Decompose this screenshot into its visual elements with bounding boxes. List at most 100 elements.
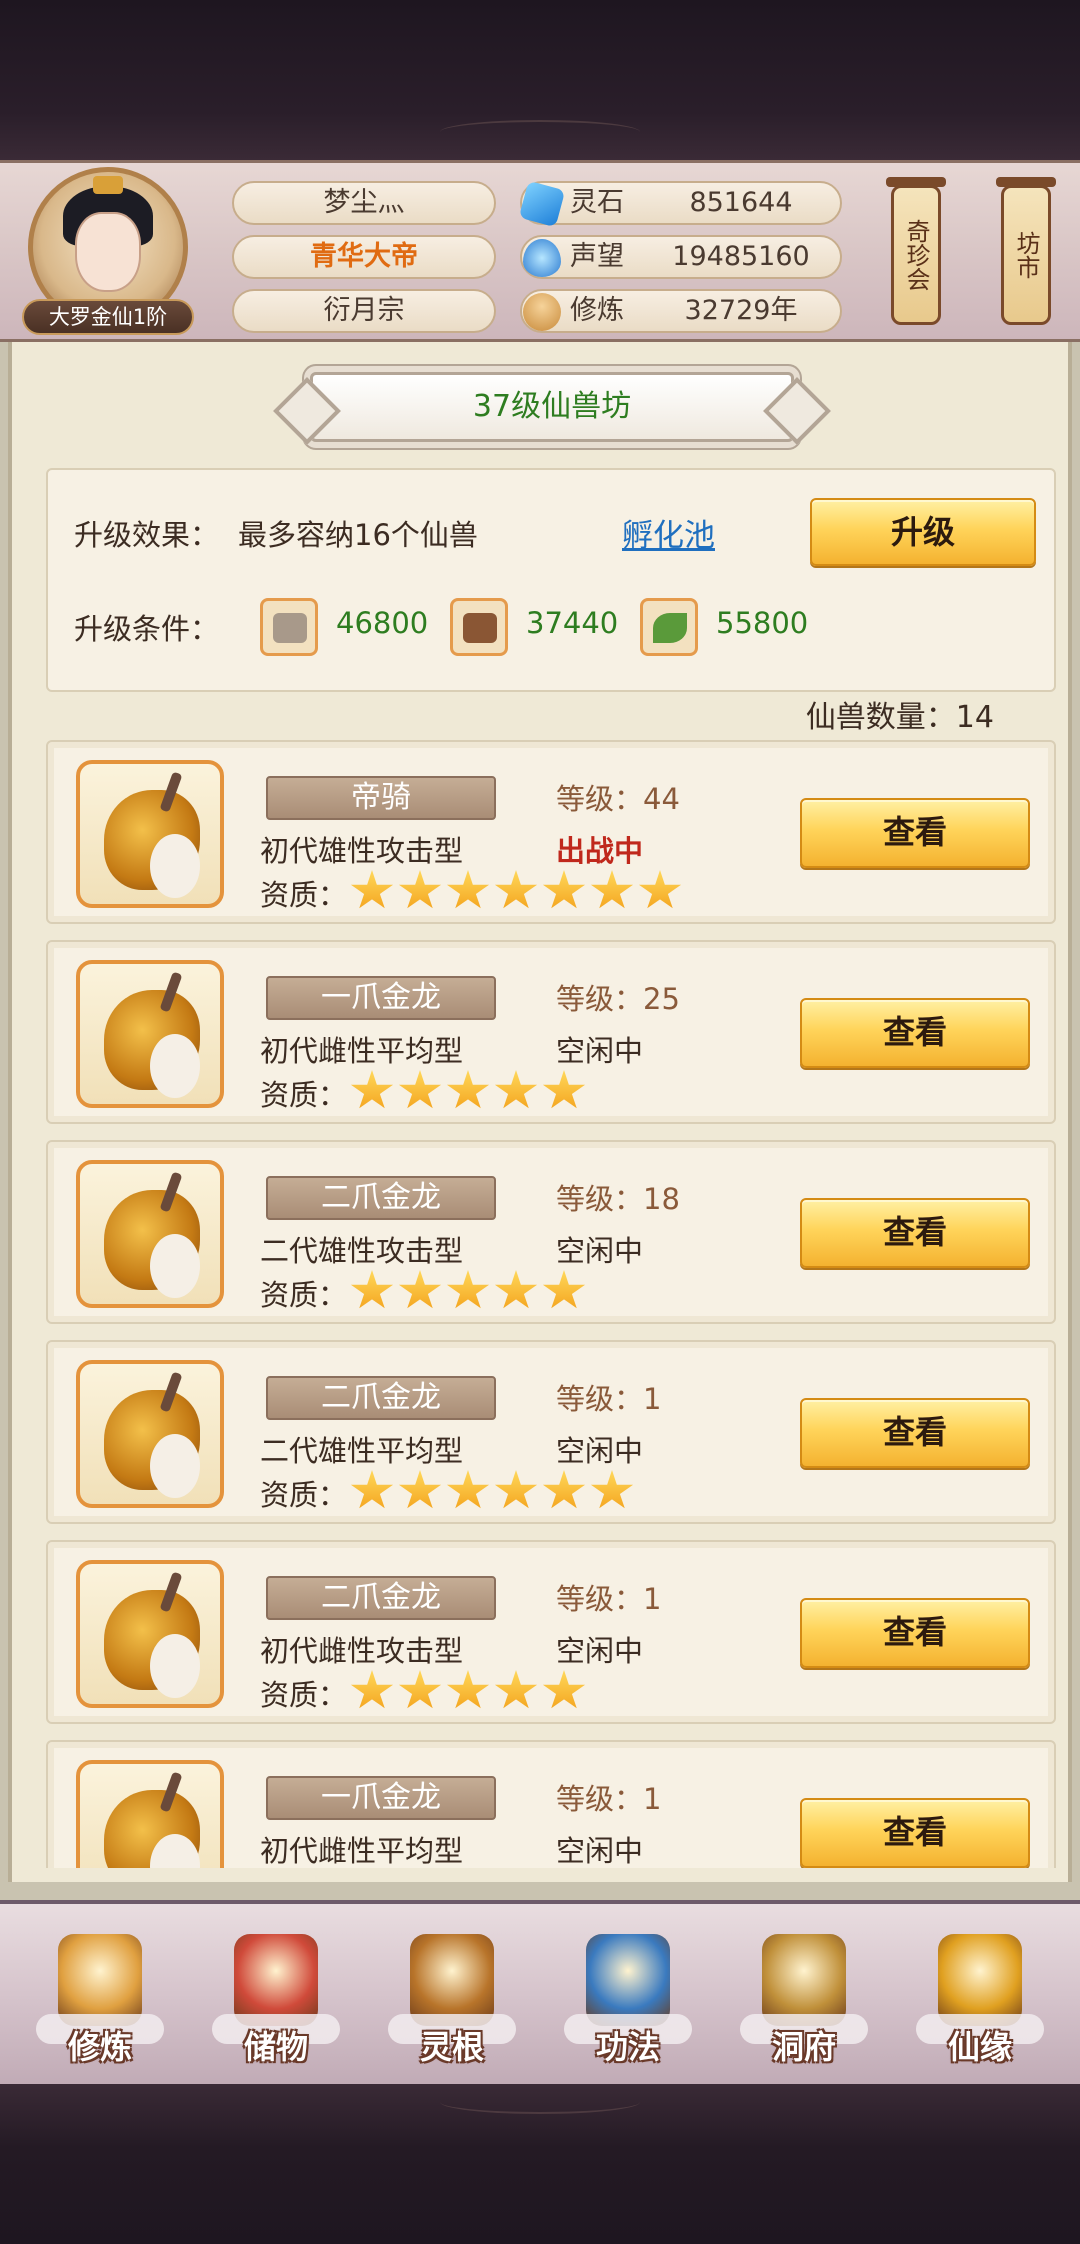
dragon-icon[interactable] <box>76 1760 224 1868</box>
resource-spirit-stone: 灵石 851644 <box>518 180 842 228</box>
page-title: 37级仙兽坊 <box>472 389 632 424</box>
hatch-pool-link[interactable]: 孵化池 <box>622 510 715 555</box>
star-icon <box>446 1270 490 1309</box>
star-icon <box>590 1470 634 1509</box>
pet-card: 一爪金龙 初代雌性平均型 等级：1 空闲中 资质： 查看 <box>46 1740 1056 1868</box>
pet-type: 初代雌性平均型 <box>260 1834 464 1868</box>
pet-quality-label: 资质： <box>260 1678 348 1712</box>
star-icon <box>494 1670 538 1709</box>
star-icon <box>542 1670 586 1709</box>
star-icon <box>494 870 538 909</box>
spirit-root-icon <box>410 1934 494 2026</box>
view-pet-button[interactable]: 查看 <box>800 798 1030 868</box>
star-icon <box>350 1470 394 1509</box>
upgrade-effect-label: 升级效果： <box>74 518 220 552</box>
nav-storage-bag[interactable]: 储物 <box>196 1924 356 2084</box>
pet-name: 二爪金龙 <box>266 1176 496 1220</box>
pet-quality-label: 资质： <box>260 1278 348 1312</box>
player-name: 梦尘灬 <box>232 181 496 225</box>
star-icon <box>398 1070 442 1109</box>
star-icon <box>542 1470 586 1509</box>
pet-level: 等级：25 <box>556 982 680 1016</box>
nav-technique-book[interactable]: 功法 <box>548 1924 708 2084</box>
star-icon <box>542 870 586 909</box>
pet-name: 二爪金龙 <box>266 1576 496 1620</box>
nav-label: 仙缘 <box>947 2028 1012 2066</box>
star-icon <box>398 1470 442 1509</box>
pet-status: 空闲中 <box>556 1634 644 1668</box>
nav-label: 灵根 <box>419 2028 484 2066</box>
star-icon <box>350 1670 394 1709</box>
dragon-icon[interactable] <box>76 1360 224 1508</box>
pet-type: 初代雌性平均型 <box>260 1034 464 1068</box>
pet-type: 二代雄性平均型 <box>260 1434 464 1468</box>
bazaar-button[interactable]: 坊市 <box>1001 185 1051 325</box>
pet-count: 仙兽数量：14 <box>805 700 994 735</box>
technique-book-icon <box>586 1934 670 2026</box>
pet-card: 二爪金龙 二代雄性平均型 等级：1 空闲中 资质： 查看 <box>46 1340 1056 1524</box>
pet-name: 二爪金龙 <box>266 1376 496 1420</box>
pet-card: 帝骑 初代雄性攻击型 等级：44 出战中 资质： 查看 <box>46 740 1056 924</box>
storage-bag-icon <box>234 1934 318 2026</box>
upgrade-button[interactable]: 升级 <box>810 498 1036 566</box>
star-icon <box>398 1670 442 1709</box>
rank-badge: 大罗金仙1阶 <box>22 299 194 335</box>
view-pet-button[interactable]: 查看 <box>800 1598 1030 1668</box>
material-wood-value: 37440 <box>526 606 619 640</box>
nav-spirit-root[interactable]: 灵根 <box>372 1924 532 2084</box>
treasure-market-button[interactable]: 奇珍会 <box>891 185 941 325</box>
pet-status: 空闲中 <box>556 1434 644 1468</box>
dragon-icon[interactable] <box>76 1160 224 1308</box>
herb-icon[interactable] <box>640 598 698 656</box>
pet-level: 等级：1 <box>556 1782 662 1816</box>
nav-destiny-gourd[interactable]: 仙缘 <box>900 1924 1060 2084</box>
nav-cultivate[interactable]: 修炼 <box>20 1924 180 2084</box>
upgrade-effect-value: 最多容纳16个仙兽 <box>238 518 478 552</box>
pet-list[interactable]: 帝骑 初代雄性攻击型 等级：44 出战中 资质： 查看 一爪金龙 初代雌性平均型… <box>46 740 1056 1868</box>
cultivate-icon <box>58 1934 142 2026</box>
star-icon <box>494 1070 538 1109</box>
pet-level: 等级：44 <box>556 782 680 816</box>
dragon-icon[interactable] <box>76 1560 224 1708</box>
pet-name: 帝骑 <box>266 776 496 820</box>
pet-status: 空闲中 <box>556 1034 644 1068</box>
material-ore-value: 46800 <box>336 606 429 640</box>
nav-label: 洞府 <box>771 2028 836 2066</box>
pet-card: 二爪金龙 二代雄性攻击型 等级：18 空闲中 资质： 查看 <box>46 1140 1056 1324</box>
star-icon <box>494 1470 538 1509</box>
star-icon <box>350 1270 394 1309</box>
pet-level: 等级：18 <box>556 1182 680 1216</box>
panel-title-plaque: 37级仙兽坊 <box>310 372 794 442</box>
nav-label: 储物 <box>243 2028 308 2066</box>
pet-level: 等级：1 <box>556 1582 662 1616</box>
pet-name: 一爪金龙 <box>266 976 496 1020</box>
pet-type: 二代雄性攻击型 <box>260 1234 464 1268</box>
dragon-icon[interactable] <box>76 960 224 1108</box>
dragon-icon[interactable] <box>76 760 224 908</box>
pet-status: 空闲中 <box>556 1234 644 1268</box>
resource-reputation: 声望 19485160 <box>520 235 842 279</box>
avatar-face <box>75 212 141 292</box>
nav-label: 功法 <box>595 2028 660 2066</box>
star-icon <box>590 870 634 909</box>
view-pet-button[interactable]: 查看 <box>800 1798 1030 1868</box>
pet-status: 出战中 <box>556 834 644 868</box>
star-icon <box>350 1070 394 1109</box>
star-icon <box>542 1270 586 1309</box>
avatar-crown <box>93 176 123 194</box>
view-pet-button[interactable]: 查看 <box>800 1198 1030 1268</box>
star-icon <box>446 870 490 909</box>
resource-cultivation: 修炼 32729年 <box>520 289 842 333</box>
view-pet-button[interactable]: 查看 <box>800 1398 1030 1468</box>
pet-name: 一爪金龙 <box>266 1776 496 1820</box>
view-pet-button[interactable]: 查看 <box>800 998 1030 1068</box>
main-panel: 37级仙兽坊 升级效果： 最多容纳16个仙兽 孵化池 升级 升级条件： 4680… <box>0 342 1080 1900</box>
wood-icon[interactable] <box>450 598 508 656</box>
upgrade-cost-label: 升级条件： <box>74 612 220 646</box>
pet-type: 初代雌性攻击型 <box>260 1634 464 1668</box>
ore-icon[interactable] <box>260 598 318 656</box>
nav-cave-dwelling[interactable]: 洞府 <box>724 1924 884 2084</box>
star-icon <box>446 1470 490 1509</box>
player-title: 青华大帝 <box>232 235 496 279</box>
destiny-gourd-icon <box>938 1934 1022 2026</box>
